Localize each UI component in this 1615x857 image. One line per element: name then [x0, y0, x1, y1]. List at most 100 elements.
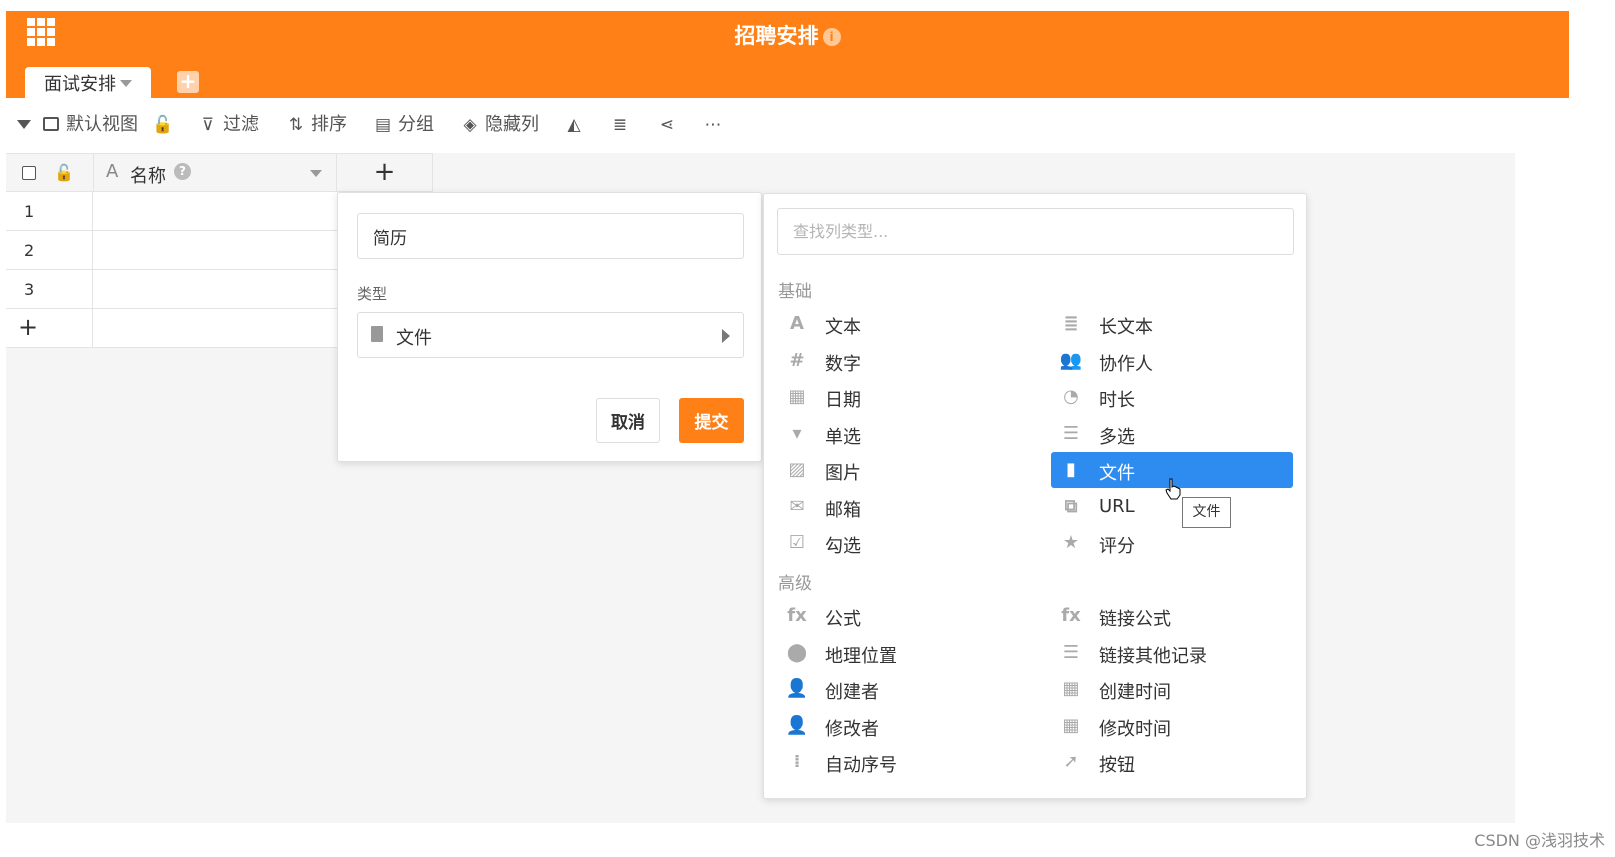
type-option-checkbox[interactable]: ☑ 勾选	[777, 525, 1019, 561]
table-cell[interactable]	[92, 192, 337, 230]
type-option-label: 修改者	[825, 718, 879, 740]
column-name-input[interactable]	[357, 213, 744, 259]
row-height-button[interactable]: ≣	[610, 112, 635, 138]
type-option-label: 评分	[1099, 536, 1135, 557]
filter-icon: ⊽	[201, 115, 215, 135]
type-option-label: 公式	[825, 609, 861, 630]
column-type-value: 文件	[396, 328, 432, 349]
table-cell[interactable]	[92, 270, 337, 308]
type-option-text[interactable]: A 文本	[777, 306, 1019, 342]
table-row[interactable]: 3	[6, 270, 337, 309]
app-title: 招聘安排 i	[6, 20, 1569, 50]
search-input[interactable]	[777, 208, 1294, 255]
file-icon	[371, 326, 383, 342]
column-header-label: 名称	[130, 166, 166, 187]
section-label-advanced: 高级	[778, 574, 812, 594]
grid-header: 🔓 A 名称 ? +	[6, 153, 433, 192]
table-cell[interactable]	[92, 231, 337, 269]
type-option-link-records[interactable]: ☰ 链接其他记录	[1051, 635, 1293, 671]
column-type-select[interactable]: 文件	[357, 312, 744, 358]
more-icon: ⋯	[704, 115, 722, 135]
more-button[interactable]: ⋯	[703, 112, 728, 138]
type-option-label: URL	[1099, 495, 1135, 517]
sort-button[interactable]: ⇅ 排序	[286, 112, 347, 138]
add-row[interactable]: +	[6, 309, 337, 348]
type-option-label: 勾选	[825, 536, 861, 557]
chevron-right-icon	[722, 329, 730, 343]
type-option-label: 自动序号	[825, 755, 897, 776]
collaborator-icon: 👥	[1059, 349, 1083, 371]
tooltip: 文件	[1182, 497, 1231, 528]
auto-number-icon: ⁞	[793, 751, 801, 772]
cancel-button[interactable]: 取消	[596, 398, 660, 443]
type-option-image[interactable]: ▨ 图片	[777, 452, 1019, 488]
type-option-modified-time[interactable]: ▦ 修改时间	[1051, 708, 1293, 744]
type-option-single-select[interactable]: ▾ 单选	[777, 416, 1019, 452]
info-icon[interactable]: i	[822, 28, 841, 46]
tab-interview-schedule[interactable]: 面试安排	[25, 67, 151, 98]
creator-icon: 👤	[785, 678, 809, 699]
type-option-label: 按钮	[1099, 755, 1135, 776]
type-option-label: 创建时间	[1099, 682, 1171, 703]
lock-icon: 🔓	[54, 163, 74, 182]
modifier-icon: 👤	[785, 714, 809, 736]
chevron-down-icon[interactable]	[310, 170, 322, 177]
group-icon: ▤	[374, 115, 392, 135]
watermark: CSDN @浅羽技术	[1474, 831, 1605, 850]
submit-button[interactable]: 提交	[679, 398, 744, 443]
add-column-button[interactable]: +	[337, 154, 433, 192]
table-row[interactable]: 2	[6, 231, 337, 270]
select-all-checkbox[interactable]	[22, 166, 36, 180]
formula-icon: fx	[787, 605, 807, 626]
view-toolbar: 默认视图 🔓 ⊽ 过滤 ⇅ 排序 ▤ 分组 ◈ 隐藏列 ◭ ≣ ⋖ ⋯	[6, 98, 1515, 153]
rating-icon: ★	[1062, 532, 1080, 553]
type-option-creator[interactable]: 👤 创建者	[777, 671, 1019, 707]
type-option-label: 多选	[1099, 426, 1135, 448]
type-option-multi-select[interactable]: ☰ 多选	[1051, 416, 1293, 452]
type-option-created-time[interactable]: ▦ 创建时间	[1051, 671, 1293, 707]
type-option-rating[interactable]: ★ 评分	[1051, 525, 1293, 561]
type-option-button[interactable]: ➚ 按钮	[1051, 744, 1293, 780]
row-color-button[interactable]: ◭	[564, 112, 589, 138]
group-button[interactable]: ▤ 分组	[373, 112, 434, 138]
section-label-basic: 基础	[778, 282, 812, 302]
type-option-collaborator[interactable]: 👥 协作人	[1051, 343, 1293, 379]
type-option-date[interactable]: ▦ 日期	[777, 379, 1019, 415]
type-option-long-text[interactable]: ≣ 长文本	[1051, 306, 1293, 342]
type-option-label: 地理位置	[825, 645, 897, 667]
share-button[interactable]: ⋖	[657, 112, 682, 138]
row-height-icon: ≣	[612, 115, 628, 135]
pointer-cursor-icon	[1165, 478, 1181, 500]
view-selector[interactable]: 默认视图	[41, 112, 138, 138]
sort-icon: ⇅	[288, 115, 304, 135]
type-option-email[interactable]: ✉ 邮箱	[777, 489, 1019, 525]
help-icon[interactable]: ?	[174, 163, 191, 180]
hide-columns-button[interactable]: ◈ 隐藏列	[460, 112, 539, 138]
type-option-label: 文件	[1099, 463, 1135, 484]
lock-view-button[interactable]: 🔓	[152, 112, 177, 138]
app-title-text: 招聘安排	[734, 24, 819, 48]
table-icon	[41, 112, 61, 138]
add-tab-button[interactable]: +	[177, 71, 199, 93]
type-option-number[interactable]: # 数字	[777, 343, 1019, 379]
column-editor-popover: 类型 文件 取消 提交	[337, 192, 762, 462]
number-icon: #	[789, 349, 805, 371]
type-option-location[interactable]: ⬤ 地理位置	[777, 635, 1019, 671]
url-icon: ⧉	[1064, 495, 1078, 517]
table-row[interactable]: 1	[6, 192, 337, 231]
type-option-duration[interactable]: ◔ 时长	[1051, 379, 1293, 415]
single-select-icon: ▾	[792, 422, 802, 444]
type-option-link-formula[interactable]: fx 链接公式	[1051, 598, 1293, 634]
view-menu-caret-icon[interactable]	[17, 120, 31, 129]
chevron-down-icon[interactable]	[120, 80, 132, 87]
type-option-modifier[interactable]: 👤 修改者	[777, 708, 1019, 744]
add-row-button[interactable]: +	[18, 313, 38, 341]
long-text-icon: ≣	[1063, 313, 1079, 334]
type-option-formula[interactable]: fx 公式	[777, 598, 1019, 634]
type-option-auto-number[interactable]: ⁞ 自动序号	[777, 744, 1019, 780]
group-label: 分组	[398, 114, 434, 135]
type-option-label: 长文本	[1099, 317, 1153, 338]
column-header-name[interactable]: A 名称 ?	[93, 154, 337, 192]
type-option-label: 时长	[1099, 390, 1135, 411]
filter-button[interactable]: ⊽ 过滤	[198, 112, 259, 138]
